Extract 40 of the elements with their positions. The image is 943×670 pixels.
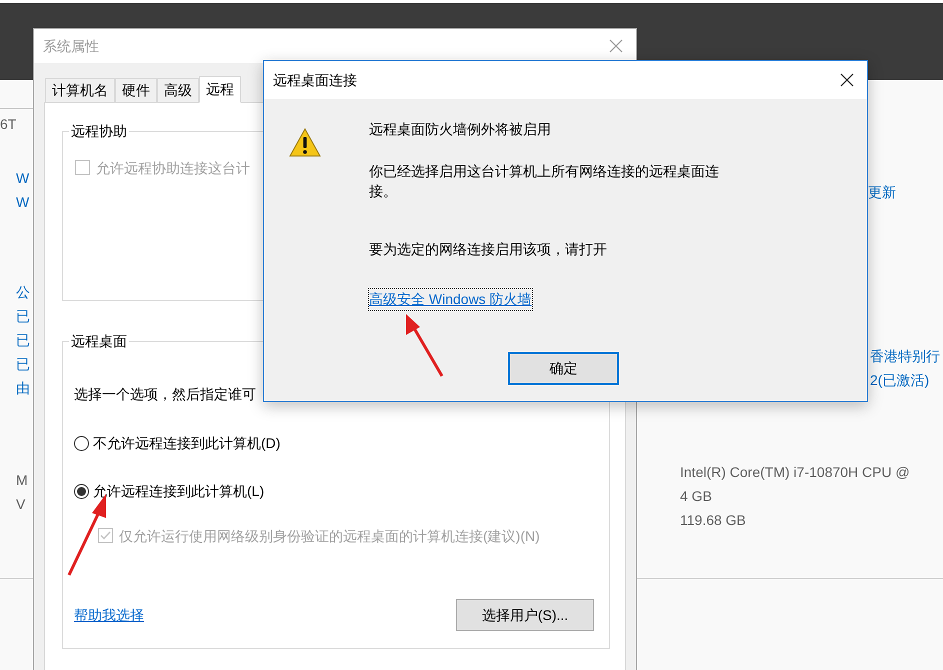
window-title: 远程桌面连接 xyxy=(273,70,357,90)
checkbox-label: 允许远程协助连接这台计 xyxy=(96,159,250,178)
info-text: Intel(R) Core(TM) i7-10870H CPU @ xyxy=(680,463,911,482)
firewall-link[interactable]: 高级安全 Windows 防火墙 xyxy=(369,289,532,310)
info-text: 4 GB xyxy=(680,487,713,506)
ok-button[interactable]: 确定 xyxy=(508,352,619,385)
link[interactable]: 香港特别行 xyxy=(870,344,943,368)
info-text: 6T xyxy=(0,115,18,134)
info-text: V xyxy=(16,495,26,514)
link[interactable]: W xyxy=(16,190,33,214)
group-title: 远程桌面 xyxy=(70,332,128,351)
group-title: 远程协助 xyxy=(70,122,128,141)
link[interactable]: 已 xyxy=(16,304,33,328)
select-users-button[interactable]: 选择用户(S)... xyxy=(456,599,594,631)
link[interactable]: 公 xyxy=(16,280,33,304)
close-icon[interactable] xyxy=(840,73,854,87)
radio-button[interactable] xyxy=(74,436,89,451)
help-link[interactable]: 帮助我选择 xyxy=(74,604,144,626)
link[interactable]: 2(已激活) xyxy=(870,368,943,392)
pointer-arrow xyxy=(406,314,444,377)
info-text: M xyxy=(16,471,29,490)
tab[interactable]: 计算机名 xyxy=(45,78,115,102)
tab[interactable]: 远程 xyxy=(199,76,241,103)
tab[interactable]: 硬件 xyxy=(115,78,157,102)
window-title: 系统属性 xyxy=(43,36,99,56)
info-text: 119.68 GB xyxy=(680,511,747,530)
radio-label: 不允许远程连接到此计算机(D) xyxy=(93,434,280,453)
link[interactable]: 已 xyxy=(16,328,33,352)
link[interactable]: W xyxy=(16,166,33,190)
dialog-heading: 远程桌面防火墙例外将被启用 xyxy=(369,120,552,139)
link[interactable]: 更新 xyxy=(868,180,943,204)
dialog-prompt: 要为选定的网络连接启用该项，请打开 xyxy=(369,240,608,259)
link[interactable]: 已 xyxy=(16,352,33,376)
instruction-text: 选择一个选项，然后指定谁可 xyxy=(74,385,257,404)
tab[interactable]: 高级 xyxy=(157,78,199,102)
warning-icon xyxy=(289,128,321,158)
checkbox-label: 仅允许运行使用网络级别身份验证的远程桌面的计算机连接(建议)(N) xyxy=(119,527,540,546)
link[interactable]: 由 xyxy=(16,376,33,400)
dialog-message: 你已经选择启用这台计算机上所有网络连接的远程桌面连接。 xyxy=(369,162,720,201)
radio-button[interactable] xyxy=(74,484,89,499)
